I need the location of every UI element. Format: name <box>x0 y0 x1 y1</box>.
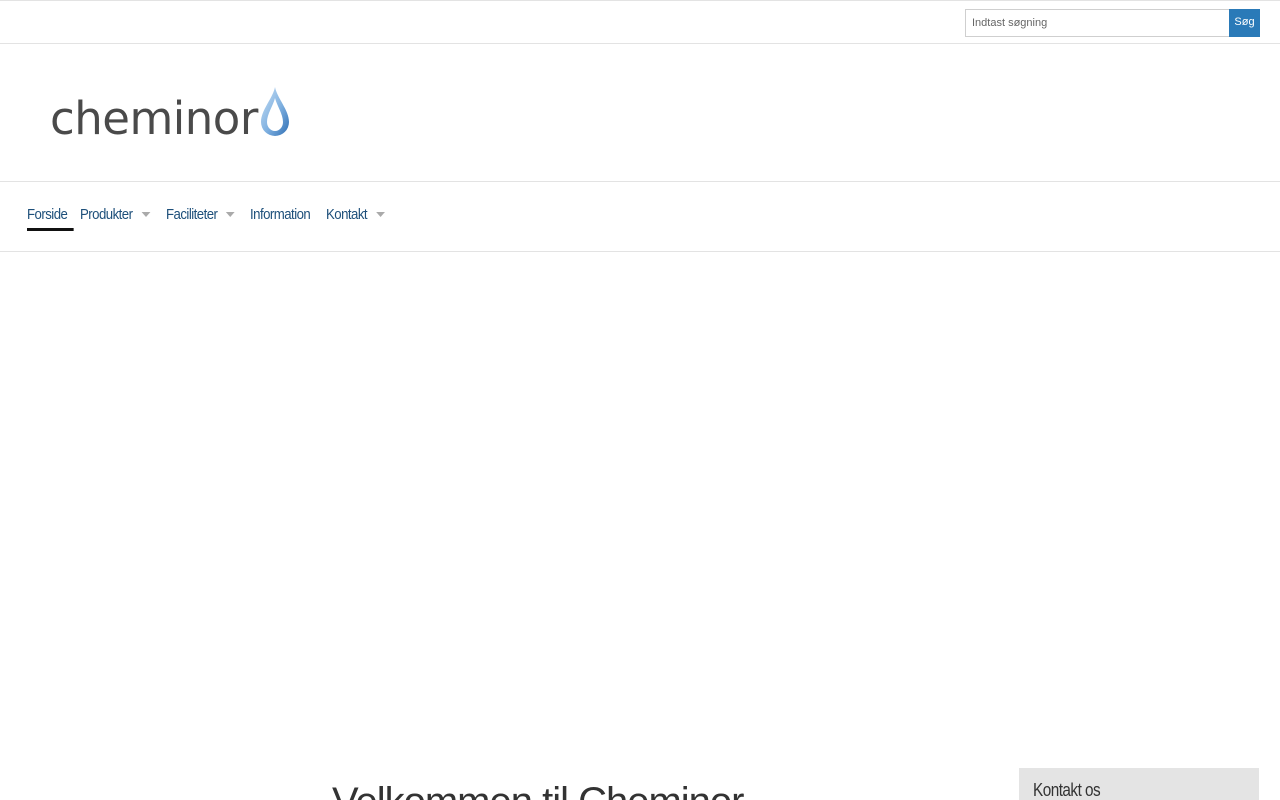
nav-item-kontakt[interactable]: Kontakt <box>326 206 385 231</box>
contact-sidebar-box: Kontakt os <box>1019 768 1259 800</box>
nav-list: Forside Produkter Faciliteter Information Ko… <box>27 206 386 231</box>
hero-area <box>0 252 1280 752</box>
search-input[interactable] <box>965 9 1229 37</box>
nav-item-label: Information <box>250 206 311 223</box>
site-header: cheminor <box>0 44 1280 182</box>
nav-item-label: Produkter <box>80 206 133 223</box>
caret-down-icon <box>226 212 236 217</box>
nav-item-label: Faciliteter <box>166 206 218 223</box>
logo[interactable]: cheminor <box>50 86 291 141</box>
nav-item-produkter[interactable]: Produkter <box>80 206 156 231</box>
top-bar: Søg <box>0 0 1280 44</box>
caret-down-icon <box>375 212 385 217</box>
contact-title: Kontakt os <box>1033 780 1101 800</box>
nav-item-label: Forside <box>27 206 68 223</box>
main-navigation: Forside Produkter Faciliteter Information Ko… <box>0 182 1280 252</box>
nav-item-information[interactable]: Information <box>250 206 317 231</box>
search-button[interactable]: Søg <box>1229 9 1260 37</box>
caret-down-icon <box>141 212 151 217</box>
nav-item-forside[interactable]: Forside <box>27 206 74 231</box>
search-form: Søg <box>965 9 1260 37</box>
logo-text: cheminor <box>50 92 258 145</box>
water-drop-icon <box>259 86 291 143</box>
nav-item-label: Kontakt <box>326 206 368 223</box>
page-title: Velkommen til Cheminor <box>332 780 744 800</box>
nav-item-faciliteter[interactable]: Faciliteter <box>166 206 240 231</box>
